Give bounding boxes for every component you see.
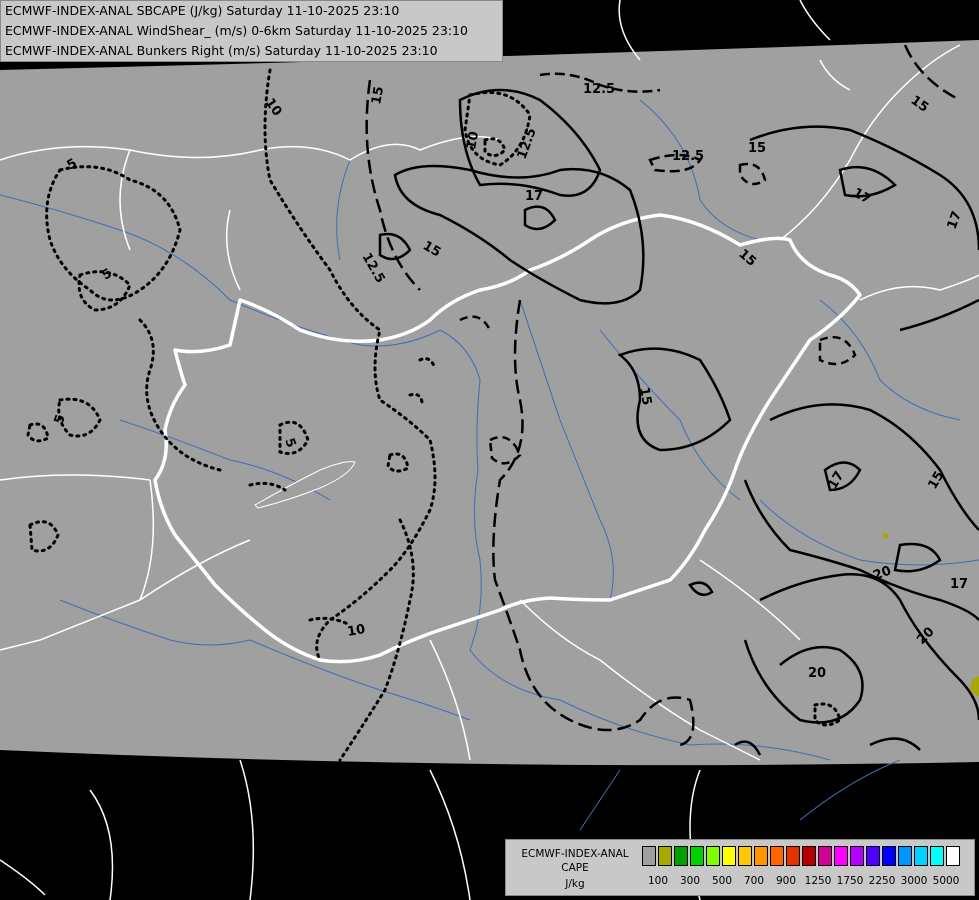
contour-label: 17 <box>525 189 543 204</box>
legend-variable: CAPE <box>561 862 589 874</box>
contour-label: 10 <box>464 130 482 150</box>
legend-tick-label: 2250 <box>868 875 896 887</box>
legend-swatch <box>786 846 800 866</box>
legend-swatch <box>946 846 960 866</box>
legend-tick-label: 5000 <box>932 875 960 887</box>
legend-swatch <box>690 846 704 866</box>
weather-map: 10 15 10 12.5 12.5 12.5 15 15 17 17 17 1… <box>0 0 979 900</box>
legend-swatch <box>850 846 864 866</box>
legend-swatch <box>674 846 688 866</box>
title-line-bunkers: ECMWF-INDEX-ANAL Bunkers Right (m/s) Sat… <box>5 43 438 58</box>
legend-swatch <box>722 846 736 866</box>
legend-swatch <box>818 846 832 866</box>
legend-swatch <box>882 846 896 866</box>
legend-swatch <box>658 846 672 866</box>
legend-tick-label: 100 <box>647 875 669 887</box>
legend-tick-label: 1250 <box>804 875 832 887</box>
contour-label: 20 <box>808 666 826 681</box>
title-line-windshear: ECMWF-INDEX-ANAL WindShear_ (m/s) 0-6km … <box>5 23 468 38</box>
legend-swatch <box>914 846 928 866</box>
legend-swatch <box>770 846 784 866</box>
legend-swatch <box>802 846 816 866</box>
legend-swatch <box>642 846 656 866</box>
legend-swatch <box>738 846 752 866</box>
legend-tick-label: 900 <box>775 875 797 887</box>
legend-unit: J/kg <box>565 878 585 890</box>
legend-swatch <box>898 846 912 866</box>
contour-label: 17 <box>950 577 968 592</box>
title-line-sbcape: ECMWF-INDEX-ANAL SBCAPE (J/kg) Saturday … <box>5 3 400 18</box>
legend-tick-label: 1750 <box>836 875 864 887</box>
legend-swatch <box>866 846 880 866</box>
legend-tick-label: 700 <box>743 875 765 887</box>
legend-title: ECMWF-INDEX-ANAL <box>521 848 629 860</box>
legend-swatch <box>706 846 720 866</box>
legend-tick-label: 500 <box>711 875 733 887</box>
contour-label: 12.5 <box>583 82 615 97</box>
legend-swatch <box>754 846 768 866</box>
contour-label: 15 <box>369 85 387 105</box>
contour-label: 15 <box>636 386 654 406</box>
contour-label: 12.5 <box>672 149 704 164</box>
legend-tick-label: 300 <box>679 875 701 887</box>
legend-swatch <box>834 846 848 866</box>
contour-label: 10 <box>346 622 366 640</box>
legend-swatch <box>930 846 944 866</box>
map-title-box: ECMWF-INDEX-ANAL SBCAPE (J/kg) Saturday … <box>0 0 503 62</box>
cape-legend: ECMWF-INDEX-ANAL CAPE J/kg 100 300 500 700 9… <box>505 839 975 896</box>
contour-label: 15 <box>748 141 766 156</box>
legend-tick-label: 3000 <box>900 875 928 887</box>
